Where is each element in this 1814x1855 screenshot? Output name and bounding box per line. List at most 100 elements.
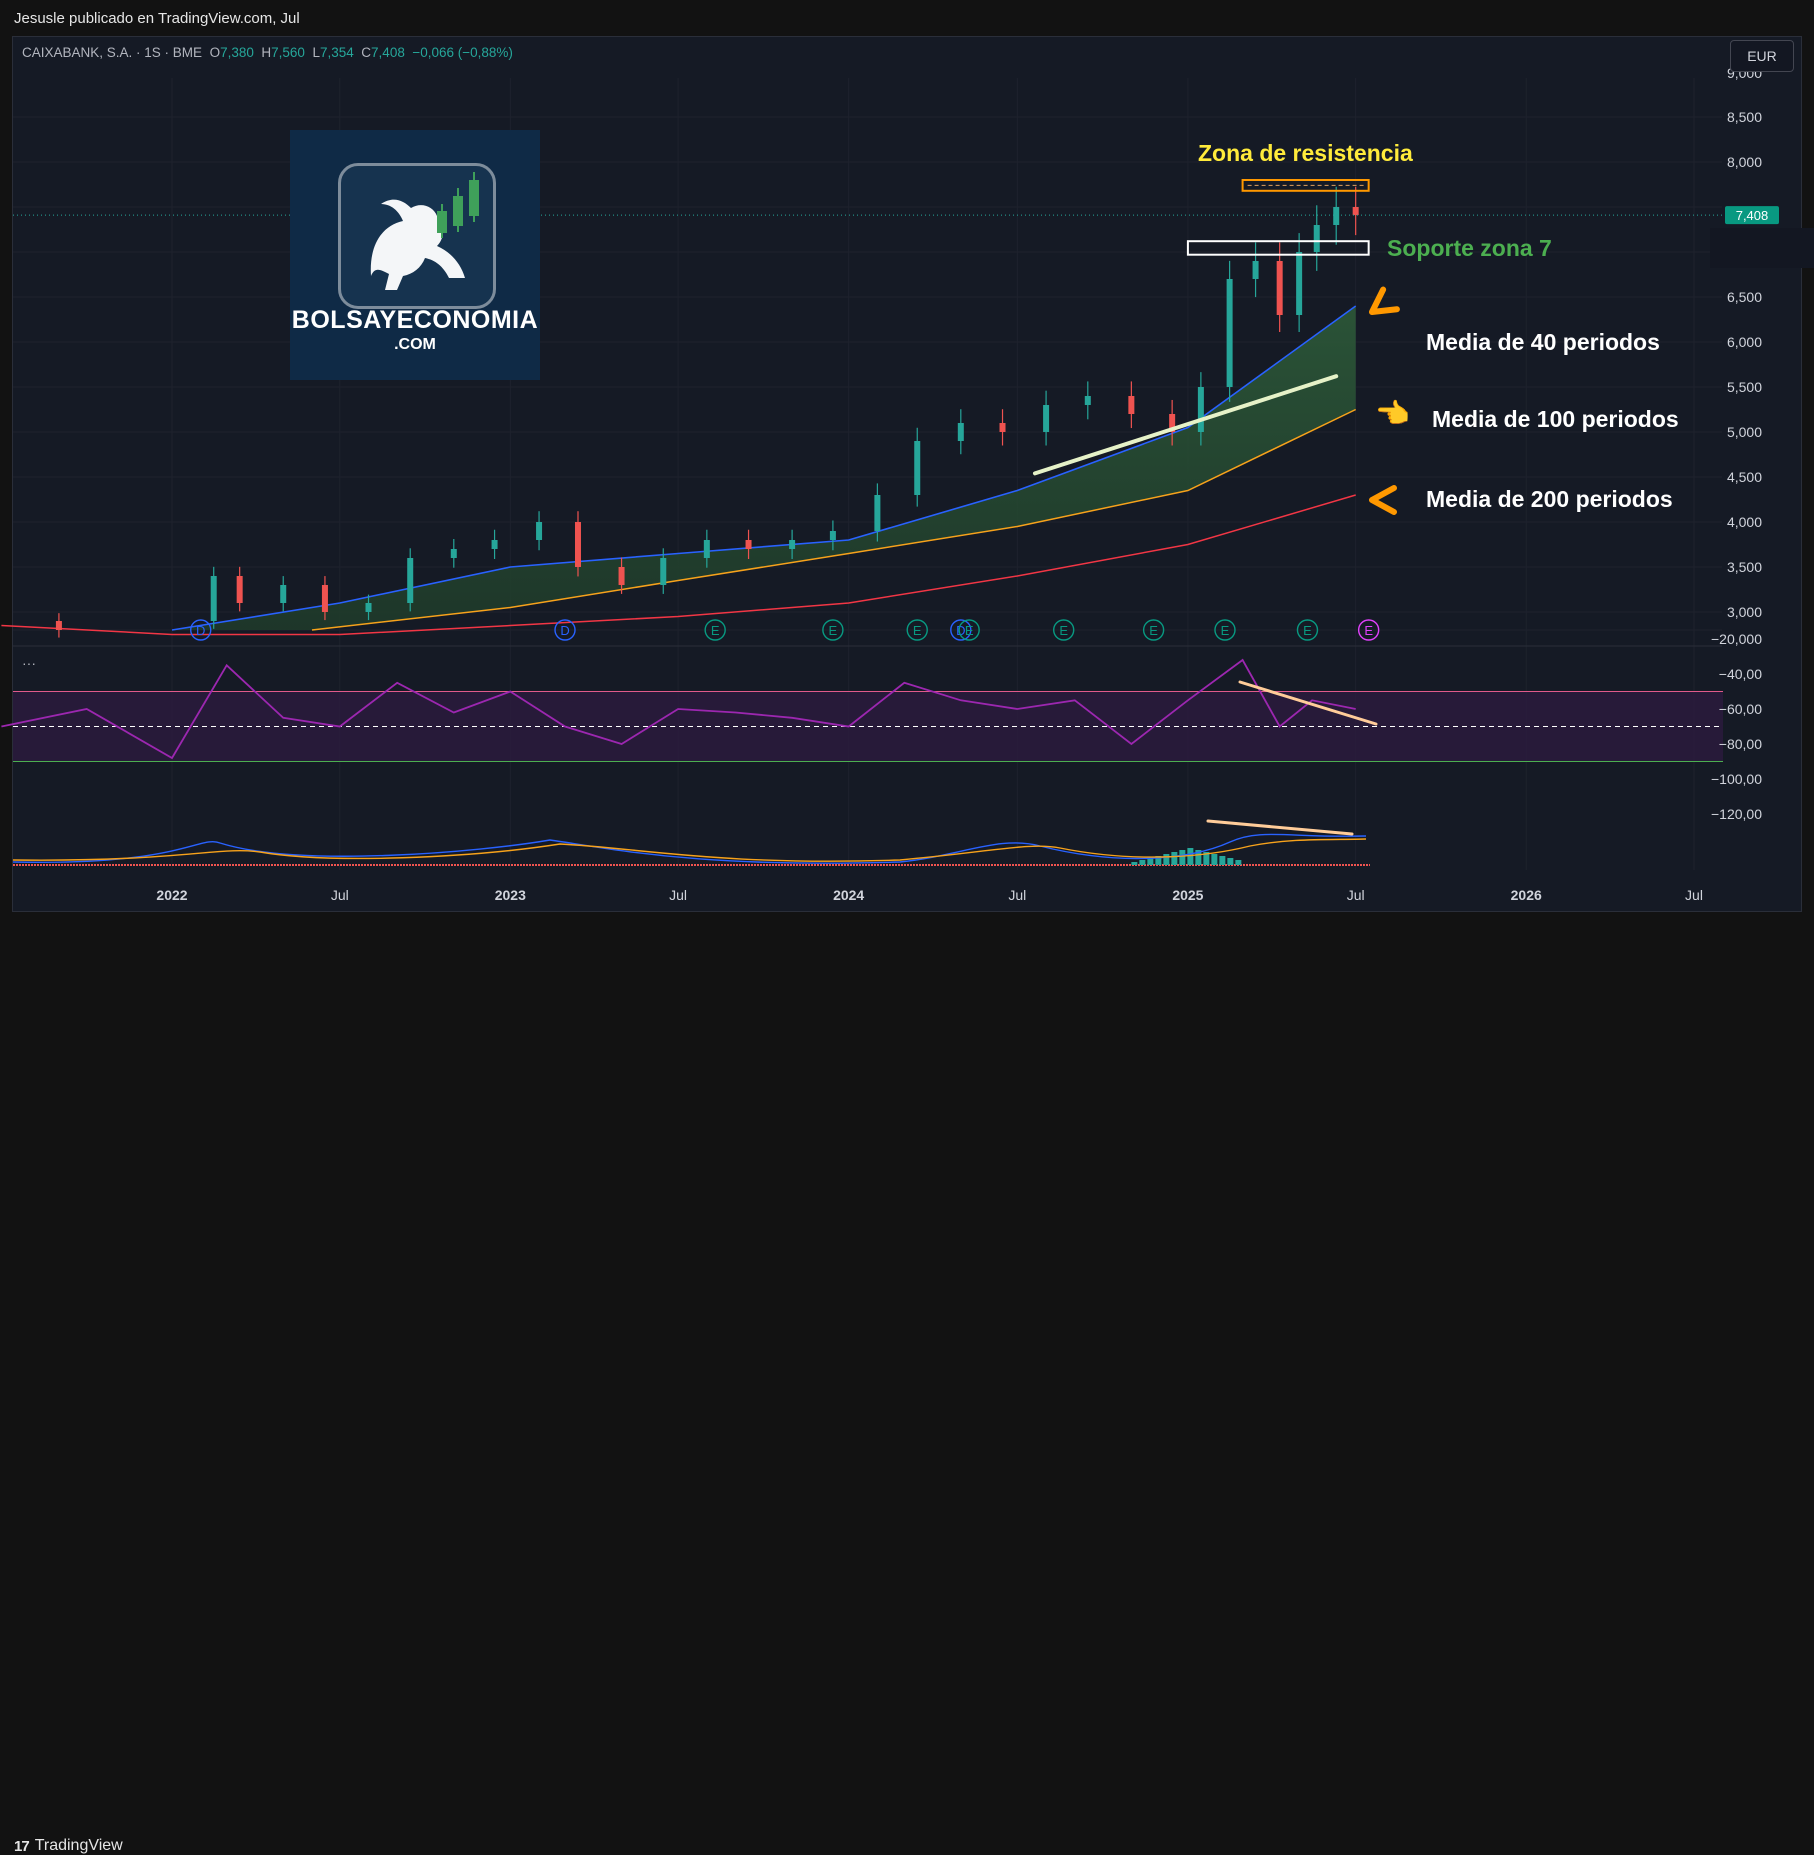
open-label: O [209, 45, 221, 60]
macd-histogram-bar [1235, 860, 1242, 865]
candle-body [1313, 225, 1320, 252]
tradingview-label: TradingView [34, 1837, 123, 1854]
indicator-y-tick-label: −40,00 [1719, 666, 1762, 682]
support-annotation: Soporte zona 7 [1387, 235, 1552, 261]
candle-body [999, 423, 1006, 432]
candle-body [874, 495, 881, 531]
macd-histogram-bar [1227, 858, 1234, 865]
indicator-y-tick-label: −80,00 [1719, 736, 1762, 752]
event-marker-label: E [1221, 623, 1230, 638]
currency-button[interactable]: EUR [1730, 40, 1794, 72]
macd-histogram-bar [1147, 858, 1154, 865]
candle-body [491, 540, 498, 549]
candle-body [1296, 252, 1303, 315]
event-marker-label: D [560, 623, 569, 638]
tradingview-logo-icon: 17 [14, 1837, 30, 1855]
price-chart[interactable]: DDEEEDEEEEEE 👈 3,0003,5004,0004,5005,000… [0, 0, 1814, 957]
logo-name: BOLSAYECONOMIA [291, 306, 539, 334]
bull-icon [370, 172, 479, 290]
macd-histogram-bar [1179, 850, 1186, 865]
candle-body [1226, 279, 1233, 387]
x-tick-label: Jul [1347, 887, 1365, 903]
event-marker-label: E [965, 623, 974, 638]
macd-indicator [12, 833, 1370, 866]
macd-histogram-bar [1171, 852, 1178, 865]
y-tick-label: 8,500 [1727, 109, 1762, 125]
candle-body [365, 603, 372, 612]
event-marker-label: E [1149, 623, 1158, 638]
indicator-menu-button[interactable]: ··· [22, 655, 36, 671]
y-tick-label: 5,500 [1727, 379, 1762, 395]
pointing-hand-icon: 👈 [1375, 398, 1410, 429]
high-label: H [261, 45, 272, 60]
ma200-annotation: Media de 200 periodos [1426, 486, 1673, 512]
macd-histogram-bar [1139, 860, 1146, 865]
candle-body [703, 540, 710, 558]
resistance-annotation: Zona de resistencia [1198, 140, 1413, 166]
support-zone [1186, 240, 1370, 256]
x-tick-label: Jul [669, 887, 687, 903]
macd-line [12, 833, 1367, 864]
symbol-legend: CAIXABANK, S.A. · 1S · BME O7,380 H7,560… [22, 45, 513, 60]
y-axis-highlight [1710, 228, 1814, 268]
candle-body [574, 522, 581, 567]
x-tick-label: 2024 [833, 887, 864, 903]
tradingview-brand[interactable]: 17 TradingView [14, 1837, 123, 1855]
candle-body [914, 441, 921, 495]
orange-arrow-icon [1369, 286, 1400, 315]
candle-body [55, 621, 62, 630]
ma100-annotation: Media de 100 periodos [1432, 406, 1679, 432]
y-tick-label: 8,000 [1727, 154, 1762, 170]
candle-body [536, 522, 543, 540]
candle-body [1197, 387, 1204, 432]
candle-body [1252, 261, 1259, 279]
candle-body [450, 549, 457, 558]
candle-body [829, 531, 836, 540]
rsi-band [13, 691, 1723, 762]
candle-body [618, 567, 625, 585]
macd-histogram-bar [1163, 854, 1170, 865]
macd-histogram-bar [1131, 862, 1138, 865]
y-tick-label: 6,000 [1727, 334, 1762, 350]
candle-body [407, 558, 414, 603]
indicator-y-tick-label: −100,00 [1711, 771, 1762, 787]
candle-body [1043, 405, 1050, 432]
event-marker-label: E [829, 623, 838, 638]
y-axis-labels: 3,000 3,500 4,000 4,500 5,000 5,500 6,000 6,500… [1710, 65, 1814, 822]
arrow-head [1369, 286, 1400, 315]
y-tick-label: 4,000 [1727, 514, 1762, 530]
x-tick-label: 2025 [1172, 887, 1203, 903]
x-tick-label: 2023 [495, 887, 526, 903]
y-tick-label: 6,500 [1727, 289, 1762, 305]
y-tick-label: 3,500 [1727, 559, 1762, 575]
indicator-y-tick-label: −20,000 [1711, 631, 1762, 647]
macd-histogram-bar [1187, 848, 1194, 865]
ma40-annotation: Media de 40 periodos [1426, 329, 1660, 355]
high-value: 7,560 [271, 45, 305, 60]
macd-histogram-bar [1219, 856, 1226, 865]
candle-body [236, 576, 243, 603]
candle-body [280, 585, 287, 603]
symbol-label: CAIXABANK, S.A. · 1S · BME [22, 45, 203, 60]
candle-body [660, 558, 667, 585]
macd-histogram-bar [1211, 854, 1218, 865]
event-marker-label: D [196, 623, 205, 638]
arrow-head [1369, 485, 1397, 515]
event-marker-label: E [711, 623, 720, 638]
change-value: −0,066 (−0,88%) [412, 45, 513, 60]
y-tick-label: 5,000 [1727, 424, 1762, 440]
candle-body [1276, 261, 1283, 315]
candle-body [745, 540, 752, 549]
logo-emblem [338, 163, 496, 309]
candle-body [210, 576, 217, 621]
x-tick-label: Jul [331, 887, 349, 903]
footer-bar: 17 TradingView [0, 912, 1814, 1855]
low-label: L [312, 45, 320, 60]
event-marker-label: E [1059, 623, 1068, 638]
brand-logo: BOLSAYECONOMIA .COM [290, 130, 540, 380]
event-marker-label: E [1364, 623, 1373, 638]
candle-body [789, 540, 796, 549]
close-label: C [361, 45, 372, 60]
indicator-y-tick-label: −60,00 [1719, 701, 1762, 717]
event-marker-label: E [1303, 623, 1312, 638]
